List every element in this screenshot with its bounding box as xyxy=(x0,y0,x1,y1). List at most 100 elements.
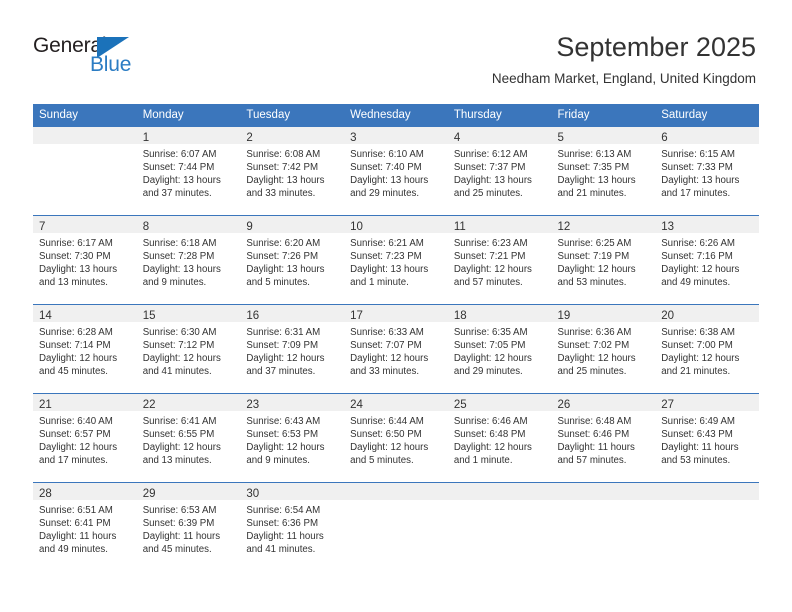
sunrise-time: Sunrise: 6:38 AM xyxy=(661,327,735,338)
day-details: Sunrise: 6:13 AM Sunset: 7:35 PM Daylight:… xyxy=(552,144,656,200)
daylight-duration-line1: Daylight: 11 hours xyxy=(142,531,221,543)
calendar-day-cell[interactable]: 26 Sunrise: 6:48 AM Sunset: 6:46 PM Dayligh… xyxy=(551,393,656,483)
weekday-header-friday: Friday xyxy=(551,104,656,127)
calendar-day-cell[interactable]: 12 Sunrise: 6:25 AM Sunset: 7:19 PM Dayligh… xyxy=(551,215,656,305)
sunrise-time: Sunrise: 6:41 AM xyxy=(142,416,217,427)
daylight-duration-line1: Daylight: 13 hours xyxy=(39,264,118,276)
daylight-duration-line1: Daylight: 12 hours xyxy=(246,353,325,365)
calendar-day-cell[interactable]: 14 Sunrise: 6:28 AM Sunset: 7:14 PM Dayligh… xyxy=(33,304,137,394)
sunrise-time: Sunrise: 6:46 AM xyxy=(453,416,528,427)
daylight-duration-line1: Daylight: 12 hours xyxy=(350,353,429,365)
sunrise-time: Sunrise: 6:07 AM xyxy=(142,149,217,160)
calendar-day-cell-empty xyxy=(33,126,137,216)
calendar-day-cell[interactable]: 28 Sunrise: 6:51 AM Sunset: 6:41 PM Dayligh… xyxy=(33,482,137,571)
day-details: Sunrise: 6:51 AM Sunset: 6:41 PM Daylight:… xyxy=(33,500,137,556)
day-number-band: 3 xyxy=(344,127,448,144)
sunrise-time: Sunrise: 6:49 AM xyxy=(661,416,735,427)
calendar-day-cell[interactable]: 29 Sunrise: 6:53 AM Sunset: 6:39 PM Dayligh… xyxy=(136,482,241,571)
calendar-day-cell[interactable]: 7 Sunrise: 6:17 AM Sunset: 7:30 PM Daylight… xyxy=(33,215,137,305)
calendar-day-cell[interactable]: 20 Sunrise: 6:38 AM Sunset: 7:00 PM Dayligh… xyxy=(655,304,759,394)
sunrise-time: Sunrise: 6:35 AM xyxy=(453,327,528,338)
sunrise-time: Sunrise: 6:54 AM xyxy=(246,505,321,516)
daylight-duration-line2: and 5 minutes. xyxy=(246,277,310,289)
day-details: Sunrise: 6:43 AM Sunset: 6:53 PM Daylight:… xyxy=(240,411,344,467)
calendar-day-cell[interactable]: 24 Sunrise: 6:44 AM Sunset: 6:50 PM Dayligh… xyxy=(344,393,448,483)
calendar-day-cell[interactable]: 30 Sunrise: 6:54 AM Sunset: 6:36 PM Dayligh… xyxy=(240,482,345,571)
calendar-day-cell[interactable]: 13 Sunrise: 6:26 AM Sunset: 7:16 PM Dayligh… xyxy=(655,215,759,305)
day-number-band: 11 xyxy=(447,216,552,233)
day-number: 26 xyxy=(557,399,571,411)
day-number-band: 18 xyxy=(447,305,552,322)
day-number: 6 xyxy=(661,132,668,144)
calendar-day-cell[interactable]: 15 Sunrise: 6:30 AM Sunset: 7:12 PM Dayligh… xyxy=(136,304,241,394)
day-number: 14 xyxy=(39,310,52,322)
daylight-duration-line1: Daylight: 12 hours xyxy=(661,264,740,276)
calendar-day-cell[interactable]: 8 Sunrise: 6:18 AM Sunset: 7:28 PM Daylight… xyxy=(136,215,241,305)
day-number-band: 14 xyxy=(33,305,137,322)
daylight-duration-line1: Daylight: 12 hours xyxy=(142,353,221,365)
calendar-day-cell[interactable]: 27 Sunrise: 6:49 AM Sunset: 6:43 PM Dayligh… xyxy=(655,393,759,483)
calendar-day-cell[interactable]: 5 Sunrise: 6:13 AM Sunset: 7:35 PM Daylight… xyxy=(551,126,656,216)
daylight-duration-line1: Daylight: 12 hours xyxy=(557,264,636,276)
calendar-table: Sunday Monday Tuesday Wednesday Thursday… xyxy=(33,104,759,571)
day-details: Sunrise: 6:54 AM Sunset: 6:36 PM Daylight:… xyxy=(240,500,344,556)
day-details: Sunrise: 6:49 AM Sunset: 6:43 PM Daylight:… xyxy=(655,411,759,467)
daylight-duration-line1: Daylight: 13 hours xyxy=(246,264,325,276)
daylight-duration-line1: Daylight: 12 hours xyxy=(453,353,532,365)
sunset-time: Sunset: 6:50 PM xyxy=(350,429,422,441)
day-number-band: 20 xyxy=(655,305,759,322)
calendar-day-cell[interactable]: 11 Sunrise: 6:23 AM Sunset: 7:21 PM Dayligh… xyxy=(447,215,552,305)
day-details: Sunrise: 6:18 AM Sunset: 7:28 PM Daylight:… xyxy=(137,233,241,289)
calendar-day-cell[interactable]: 21 Sunrise: 6:40 AM Sunset: 6:57 PM Dayligh… xyxy=(33,393,137,483)
day-number-band: 5 xyxy=(551,127,656,144)
day-number: 19 xyxy=(557,310,571,322)
sunrise-time: Sunrise: 6:25 AM xyxy=(557,238,632,249)
daylight-duration-line2: and 45 minutes. xyxy=(39,366,108,378)
calendar-day-cell[interactable]: 6 Sunrise: 6:15 AM Sunset: 7:33 PM Daylight… xyxy=(655,126,759,216)
calendar-day-cell[interactable]: 1 Sunrise: 6:07 AM Sunset: 7:44 PM Daylight… xyxy=(136,126,241,216)
day-number-band: 6 xyxy=(655,127,759,144)
calendar-day-cell[interactable]: 19 Sunrise: 6:36 AM Sunset: 7:02 PM Dayligh… xyxy=(551,304,656,394)
calendar-day-cell[interactable]: 2 Sunrise: 6:08 AM Sunset: 7:42 PM Daylight… xyxy=(240,126,345,216)
sunrise-time: Sunrise: 6:20 AM xyxy=(246,238,321,249)
daylight-duration-line2: and 5 minutes. xyxy=(350,455,414,467)
calendar-day-cell[interactable]: 18 Sunrise: 6:35 AM Sunset: 7:05 PM Dayligh… xyxy=(447,304,552,394)
day-details: Sunrise: 6:48 AM Sunset: 6:46 PM Daylight:… xyxy=(552,411,656,467)
day-number-band: 27 xyxy=(655,394,759,411)
day-number-band xyxy=(551,483,656,500)
day-number-band: 30 xyxy=(240,483,345,500)
calendar-day-cell[interactable]: 3 Sunrise: 6:10 AM Sunset: 7:40 PM Daylight… xyxy=(344,126,448,216)
weekday-header-monday: Monday xyxy=(136,104,241,127)
day-details: Sunrise: 6:10 AM Sunset: 7:40 PM Daylight:… xyxy=(344,144,448,200)
weekday-header-sunday: Sunday xyxy=(33,104,137,127)
weekday-header-wednesday: Wednesday xyxy=(344,104,448,127)
day-number: 9 xyxy=(246,221,253,233)
day-number: 30 xyxy=(246,488,260,500)
calendar-day-cell[interactable]: 16 Sunrise: 6:31 AM Sunset: 7:09 PM Dayligh… xyxy=(240,304,345,394)
calendar-day-cell[interactable]: 17 Sunrise: 6:33 AM Sunset: 7:07 PM Dayligh… xyxy=(344,304,448,394)
day-number-band: 9 xyxy=(240,216,345,233)
daylight-duration-line2: and 37 minutes. xyxy=(246,366,316,378)
sunrise-time: Sunrise: 6:30 AM xyxy=(142,327,217,338)
daylight-duration-line1: Daylight: 12 hours xyxy=(453,442,532,454)
daylight-duration-line2: and 29 minutes. xyxy=(350,188,420,200)
daylight-duration-line2: and 25 minutes. xyxy=(453,188,523,200)
calendar-day-cell[interactable]: 9 Sunrise: 6:20 AM Sunset: 7:26 PM Daylight… xyxy=(240,215,345,305)
day-number-band: 24 xyxy=(344,394,448,411)
daylight-duration-line2: and 29 minutes. xyxy=(453,366,523,378)
calendar-day-cell[interactable]: 25 Sunrise: 6:46 AM Sunset: 6:48 PM Dayligh… xyxy=(447,393,552,483)
calendar-day-cell[interactable]: 22 Sunrise: 6:41 AM Sunset: 6:55 PM Dayligh… xyxy=(136,393,241,483)
day-number: 10 xyxy=(350,221,363,233)
sunset-time: Sunset: 6:55 PM xyxy=(142,429,215,441)
sunset-time: Sunset: 6:36 PM xyxy=(246,518,319,530)
day-number: 11 xyxy=(453,221,466,233)
day-details: Sunrise: 6:17 AM Sunset: 7:30 PM Daylight:… xyxy=(33,233,137,289)
daylight-duration-line2: and 13 minutes. xyxy=(39,277,108,289)
day-number-band: 28 xyxy=(33,483,137,500)
day-number-band: 10 xyxy=(344,216,448,233)
calendar-day-cell[interactable]: 10 Sunrise: 6:21 AM Sunset: 7:23 PM Dayligh… xyxy=(344,215,448,305)
general-blue-logo[interactable]: General Blue xyxy=(33,34,183,84)
daylight-duration-line2: and 1 minute. xyxy=(453,455,513,467)
calendar-day-cell[interactable]: 4 Sunrise: 6:12 AM Sunset: 7:37 PM Daylight… xyxy=(447,126,552,216)
calendar-day-cell[interactable]: 23 Sunrise: 6:43 AM Sunset: 6:53 PM Dayligh… xyxy=(240,393,345,483)
